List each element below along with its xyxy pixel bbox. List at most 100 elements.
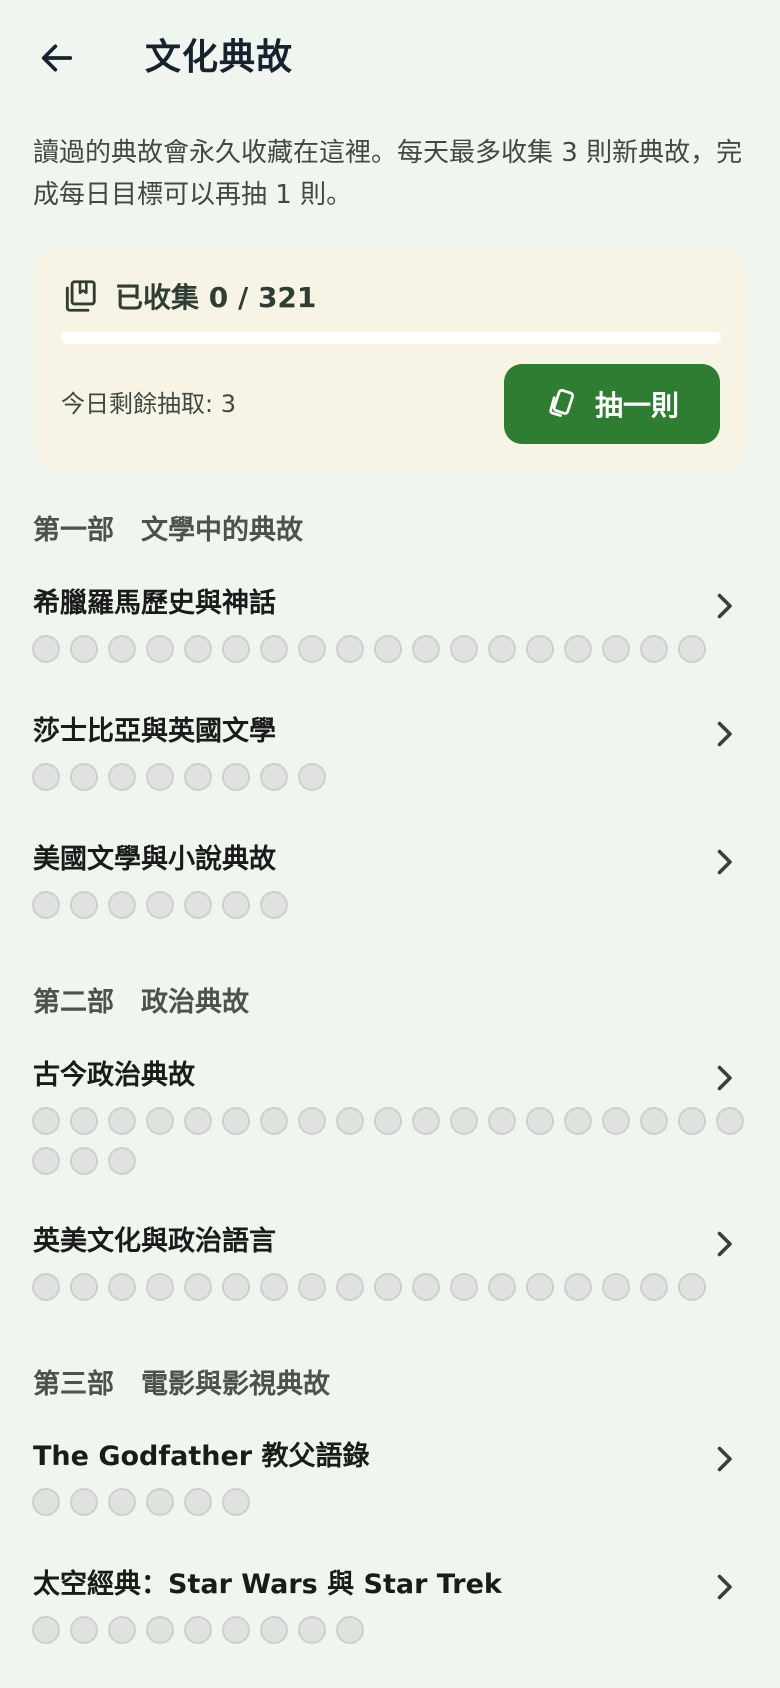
uncollected-dot (184, 891, 212, 919)
uncollected-dot (108, 1147, 136, 1175)
uncollected-dot (70, 1273, 98, 1301)
uncollected-dot (32, 763, 60, 791)
category-title: 太空經典：Star Wars 與 Star Trek (33, 1569, 502, 1600)
uncollected-dot (564, 1273, 592, 1301)
uncollected-dot (450, 635, 478, 663)
uncollected-dot (70, 1488, 98, 1516)
uncollected-dot (32, 635, 60, 663)
category-anglo-american[interactable]: 英美文化與政治語言 (0, 1223, 780, 1321)
uncollected-dot (716, 1107, 744, 1135)
remaining-draws: 今日剩餘抽取: 3 (61, 390, 236, 418)
uncollected-dot (70, 635, 98, 663)
chevron-right-icon (706, 1441, 742, 1477)
category-godfather[interactable]: The Godfather 教父語錄 (0, 1438, 780, 1536)
uncollected-dot (32, 891, 60, 919)
uncollected-dot (260, 1107, 288, 1135)
section-title-part-1: 第一部 文學中的典故 (33, 515, 303, 546)
collection-icon (61, 277, 99, 315)
uncollected-dot (260, 635, 288, 663)
back-button[interactable] (33, 34, 81, 82)
uncollected-dot (602, 1273, 630, 1301)
category-title: 美國文學與小說典故 (33, 844, 276, 875)
category-shakespeare[interactable]: 莎士比亞與英國文學 (0, 713, 780, 811)
uncollected-dot (146, 891, 174, 919)
uncollected-dot (298, 1107, 326, 1135)
uncollected-dot (678, 1273, 706, 1301)
uncollected-dot (450, 1273, 478, 1301)
chevron-right-icon (706, 588, 742, 624)
uncollected-dot (260, 891, 288, 919)
uncollected-dot (108, 1488, 136, 1516)
progress-dots (32, 1107, 752, 1175)
uncollected-dot (336, 1107, 364, 1135)
uncollected-dot (678, 1107, 706, 1135)
chevron-right-icon (706, 1569, 742, 1605)
uncollected-dot (222, 1273, 250, 1301)
uncollected-dot (336, 1616, 364, 1644)
uncollected-dot (564, 1107, 592, 1135)
uncollected-dot (374, 1107, 402, 1135)
uncollected-dot (412, 1273, 440, 1301)
top-app-bar: 文化典故 (0, 0, 780, 116)
uncollected-dot (488, 1273, 516, 1301)
uncollected-dot (222, 1488, 250, 1516)
progress-dots (32, 1488, 752, 1516)
uncollected-dot (146, 635, 174, 663)
category-title: 英美文化與政治語言 (33, 1226, 276, 1257)
progress-dots (32, 891, 752, 919)
category-political[interactable]: 古今政治典故 (0, 1057, 780, 1193)
uncollected-dot (108, 1273, 136, 1301)
uncollected-dot (70, 763, 98, 791)
uncollected-dot (640, 635, 668, 663)
category-greek-roman[interactable]: 希臘羅馬歷史與神話 (0, 585, 780, 683)
uncollected-dot (108, 635, 136, 663)
uncollected-dot (146, 763, 174, 791)
uncollected-dot (32, 1147, 60, 1175)
uncollected-dot (146, 1273, 174, 1301)
uncollected-dot (146, 1616, 174, 1644)
uncollected-dot (564, 635, 592, 663)
uncollected-dot (526, 635, 554, 663)
uncollected-dot (184, 1273, 212, 1301)
uncollected-dot (602, 1107, 630, 1135)
uncollected-dot (70, 1616, 98, 1644)
category-space-classics[interactable]: 太空經典：Star Wars 與 Star Trek (0, 1566, 780, 1664)
collection-summary-card: 已收集 0 / 321 今日剩餘抽取: 3 抽一則 (33, 248, 747, 470)
intro-text: 讀過的典故會永久收藏在這裡。每天最多收集 3 則新典故，完成每日目標可以再抽 1… (33, 138, 743, 210)
app-screen: 文化典故 讀過的典故會永久收藏在這裡。每天最多收集 3 則新典故，完成每日目標可… (0, 0, 780, 1688)
uncollected-dot (260, 1616, 288, 1644)
uncollected-dot (222, 1616, 250, 1644)
section-title-part-3: 第三部 電影與影視典故 (33, 1369, 330, 1400)
progress-dots (32, 1616, 752, 1644)
uncollected-dot (678, 635, 706, 663)
progress-dots (32, 763, 752, 791)
uncollected-dot (108, 763, 136, 791)
uncollected-dot (374, 1273, 402, 1301)
collection-progress-bar (61, 332, 721, 344)
uncollected-dot (412, 635, 440, 663)
uncollected-dot (222, 635, 250, 663)
chevron-right-icon (706, 844, 742, 880)
uncollected-dot (602, 635, 630, 663)
draw-card-button[interactable]: 抽一則 (504, 364, 720, 444)
category-title: 莎士比亞與英國文學 (33, 716, 276, 747)
progress-dots (32, 635, 752, 663)
uncollected-dot (108, 1616, 136, 1644)
category-title: 希臘羅馬歷史與神話 (33, 588, 276, 619)
uncollected-dot (32, 1616, 60, 1644)
uncollected-dot (336, 1273, 364, 1301)
collected-count: 已收集 0 / 321 (115, 281, 317, 314)
category-american-literature[interactable]: 美國文學與小說典故 (0, 841, 780, 939)
progress-dots (32, 1273, 752, 1301)
section-title-part-2: 第二部 政治典故 (33, 987, 249, 1018)
uncollected-dot (146, 1488, 174, 1516)
uncollected-dot (412, 1107, 440, 1135)
uncollected-dot (32, 1273, 60, 1301)
uncollected-dot (298, 635, 326, 663)
category-title: The Godfather 教父語錄 (33, 1441, 370, 1472)
uncollected-dot (222, 1107, 250, 1135)
uncollected-dot (298, 1616, 326, 1644)
arrow-left-icon (41, 44, 73, 72)
chevron-right-icon (706, 716, 742, 752)
uncollected-dot (222, 763, 250, 791)
